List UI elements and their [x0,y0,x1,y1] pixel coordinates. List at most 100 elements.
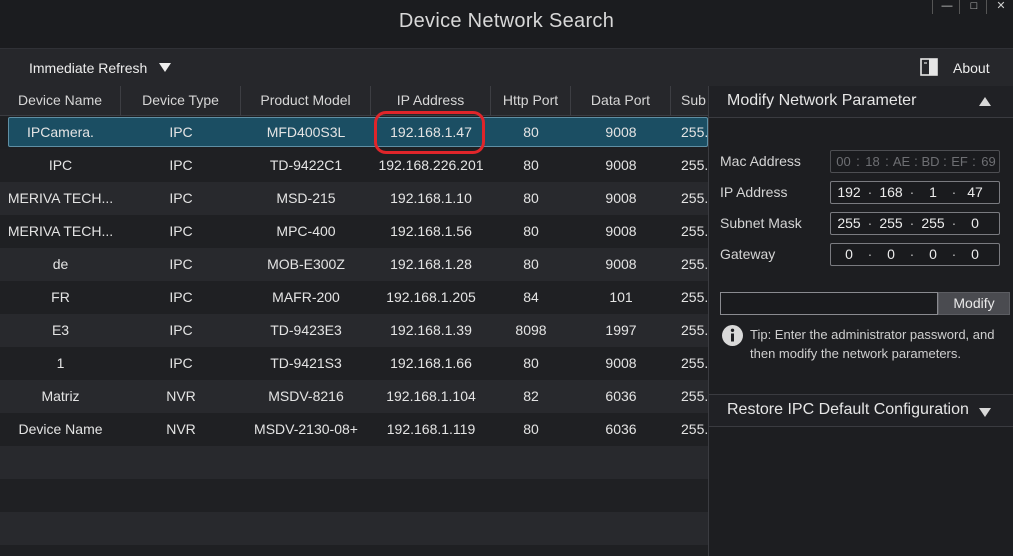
restore-section-header[interactable]: Restore IPC Default Configuration [709,395,1013,427]
about-button[interactable]: About [953,60,990,76]
http-port-cell: 80 [523,256,539,272]
segment-separator: : [885,153,889,169]
segment-separator: · [909,215,915,231]
address-segment: BD [921,154,940,169]
data-port-cell: 6036 [605,388,637,404]
device-type-cell: IPC [169,190,193,206]
close-icon[interactable]: ✕ [990,0,1012,14]
data-port-cell: 9008 [605,190,637,206]
device-name-cell: 1 [56,355,65,371]
column-header-device-type[interactable]: Device Type [121,86,241,116]
device-name-cell: FR [51,289,70,305]
mac-address-label: Mac Address [720,153,801,169]
gateway-label: Gateway [720,246,776,262]
network-parameter-panel: Modify Network Parameter Mac Address 0 0:… [708,86,1013,556]
table-row[interactable]: E3 IPC TD-9423E3 192.168.1.39 8098 1997 255. [0,314,708,347]
segment-separator: : [914,153,918,169]
table-row[interactable]: de IPC MOB-E300Z 192.168.1.28 80 9008 255. [0,248,708,281]
column-header-data-port[interactable]: Data Port [571,86,671,116]
product-model-cell: MSDV-2130-08+ [254,421,358,437]
segment-separator: · [867,215,873,231]
http-port-cell: 82 [523,388,539,404]
ip-highlight-annotation [374,111,485,154]
ip-address-cell: 192.168.1.56 [390,223,472,239]
device-name-cell: MERIVA TECH... [7,190,114,206]
table-row[interactable]: IPC IPC TD-9422C1 192.168.226.201 80 9008 255. [0,149,708,182]
device-type-cell: IPC [169,322,193,338]
column-header-device-name[interactable]: Device Name [0,86,121,116]
title-divider [986,0,987,14]
address-segment: 0 [929,246,937,262]
address-segment: 0 [887,246,895,262]
device-type-cell: IPC [169,355,193,371]
table-row[interactable]: Matriz NVR MSDV-8216 192.168.1.104 82 6036 255… [0,380,708,413]
title-divider [959,0,960,14]
table-row[interactable]: MERIVA TECH... IPC MSD-215 192.168.1.10 80 90… [0,182,708,215]
device-type-cell: IPC [169,124,193,140]
column-header-product-model[interactable]: Product Model [241,86,371,116]
modify-section-title: Modify Network Parameter [727,92,917,109]
subnet-cell: 255. [681,157,708,173]
data-port-cell: 9008 [605,124,637,140]
segment-separator: · [867,184,873,200]
table-row[interactable]: Device Name NVR MSDV-2130-08+ 192.168.1.119… [0,413,708,446]
product-model-cell: TD-9422C1 [269,157,343,173]
gateway-field[interactable]: 0 · 0 · 0 · 0 [830,243,1000,266]
device-name-cell: Device Name [18,421,103,437]
ip-address-cell: 192.168.1.205 [386,289,476,305]
modify-section-header[interactable]: Modify Network Parameter [709,86,1013,118]
device-name-cell: MERIVA TECH... [7,223,114,239]
http-port-cell: 80 [523,124,539,140]
data-port-cell: 1997 [605,322,637,338]
data-port-cell: 9008 [605,223,637,239]
table-row[interactable]: 1 IPC TD-9421S3 192.168.1.66 80 9008 255. [0,347,708,380]
empty-row [0,479,708,512]
subnet-cell: 255. [681,190,708,206]
address-segment: 47 [967,184,983,200]
device-name-cell: IPC [48,157,73,173]
info-icon [722,325,743,346]
segment-separator: · [909,184,915,200]
minimize-icon[interactable]: — [936,0,958,14]
product-model-cell: MPC-400 [276,223,336,239]
address-segment: EF [951,154,968,169]
modify-button[interactable]: Modify [938,292,1010,315]
chevron-up-icon[interactable] [979,97,991,106]
data-port-cell: 6036 [605,421,637,437]
toolbar: Immediate Refresh About [0,48,1013,86]
table-row[interactable]: FR IPC MAFR-200 192.168.1.205 84 101 255. [0,281,708,314]
device-type-cell: NVR [166,421,196,437]
segment-separator: · [951,215,957,231]
address-segment: 255 [837,215,861,231]
device-type-cell: IPC [169,157,193,173]
column-header-subnet[interactable]: Sub [671,86,708,116]
device-name-cell: de [52,256,69,272]
http-port-cell: 80 [523,190,539,206]
device-name-cell: IPCamera. [27,124,94,140]
data-port-cell: 101 [609,289,633,305]
chevron-down-icon[interactable] [979,408,991,417]
http-port-cell: 80 [523,157,539,173]
segment-separator: : [856,153,860,169]
http-port-cell: 80 [523,223,539,239]
maximize-icon[interactable]: □ [963,0,985,14]
tip-text: Tip: Enter the administrator password, a… [750,327,995,361]
subnet-mask-field[interactable]: 255 · 255 · 255 · 0 [830,212,1000,235]
ip-address-cell: 192.168.1.39 [390,322,472,338]
data-port-cell: 9008 [605,157,637,173]
product-model-cell: TD-9423E3 [270,322,342,338]
ip-address-cell: 192.168.1.10 [390,190,472,206]
ip-address-field[interactable]: 192 · 168 · 1 · 47 [830,181,1000,204]
chevron-down-icon[interactable] [159,63,171,72]
table-row[interactable]: MERIVA TECH... IPC MPC-400 192.168.1.56 80 90… [0,215,708,248]
device-type-cell: IPC [169,289,193,305]
column-header-http-port[interactable]: Http Port [491,86,571,116]
immediate-refresh-button[interactable]: Immediate Refresh [29,60,147,76]
password-input[interactable] [720,292,938,315]
title-divider [932,0,933,14]
empty-row [0,512,708,545]
device-type-cell: NVR [166,388,196,404]
book-icon[interactable] [920,58,938,76]
subnet-cell: 255. [681,256,708,272]
table-row[interactable]: IPCamera. IPC MFD400S3L 192.168.1.47 80 9008 2… [0,116,708,149]
